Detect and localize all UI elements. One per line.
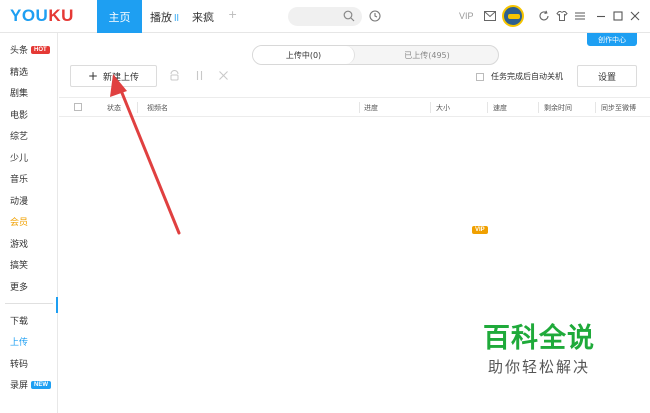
sidebar-active-indicator	[56, 297, 58, 313]
sidebar-item-more[interactable]: 更多	[10, 280, 28, 293]
close-icon[interactable]	[629, 10, 641, 22]
select-all-checkbox[interactable]	[74, 103, 82, 111]
column-divider	[595, 102, 596, 113]
hot-badge: HOT	[31, 45, 50, 54]
sidebar-item-music[interactable]: 音乐	[10, 172, 28, 185]
plus-icon: +	[87, 69, 99, 83]
sidebar-item-label: 音乐	[10, 175, 29, 185]
column-sync-weibo[interactable]: 同步至微博	[601, 103, 636, 113]
sidebar-item-label: 搞笑	[10, 261, 29, 271]
search-icon[interactable]	[343, 10, 355, 22]
column-remaining-time[interactable]: 剩余时间	[544, 103, 572, 113]
skin-icon[interactable]	[556, 10, 568, 22]
avatar[interactable]	[502, 5, 524, 27]
watermark: 百科全说 助你轻松解决	[483, 325, 595, 377]
upload-status-switch: 上传中(0) 已上传(495)	[252, 45, 499, 65]
sidebar-item-kids[interactable]: 少儿	[10, 151, 28, 164]
new-upload-label: 新建上传	[103, 72, 140, 83]
sidebar-item-variety[interactable]: 综艺	[10, 129, 28, 142]
minimize-icon[interactable]	[595, 10, 607, 22]
column-divider	[430, 102, 431, 113]
refresh-icon[interactable]	[538, 10, 550, 22]
sidebar-item-funny[interactable]: 搞笑	[10, 258, 28, 271]
tab-home[interactable]: 主页	[97, 0, 142, 33]
column-size[interactable]: 大小	[436, 103, 450, 113]
sidebar-item-movies[interactable]: 电影	[10, 108, 28, 121]
new-upload-button[interactable]: + 新建上传	[70, 65, 157, 87]
tab-play[interactable]: 播放 ll	[150, 9, 179, 25]
tab-laifeng-label: 来疯	[192, 11, 214, 24]
sidebar-item-label: 剧集	[10, 89, 29, 99]
sidebar-item-label: 头条	[10, 46, 29, 56]
column-video-name[interactable]: 视频名	[147, 103, 168, 113]
sidebar-item-member[interactable]: 会员 VIP	[10, 215, 488, 234]
add-tab-button[interactable]: +	[228, 8, 237, 21]
column-divider	[538, 102, 539, 113]
logo-text-you: YOU	[10, 6, 49, 25]
sidebar-item-label: 游戏	[10, 240, 29, 250]
sidebar-item-label: 动漫	[10, 197, 29, 207]
maximize-icon[interactable]	[612, 10, 624, 22]
sidebar-item-label: 下载	[10, 317, 29, 327]
sidebar-item-transcode[interactable]: 转码	[10, 357, 28, 370]
tab-play-label: 播放	[150, 11, 172, 24]
sidebar-item-label: 少儿	[10, 154, 29, 164]
logo-text-ku: KU	[48, 6, 74, 25]
sidebar-item-label: 会员	[10, 218, 29, 228]
settings-button[interactable]: 设置	[577, 65, 637, 87]
title-bar: YOUKU 主页 播放 ll 来疯 + VIP	[0, 0, 650, 33]
search-input[interactable]	[288, 7, 362, 26]
delete-icon[interactable]	[218, 70, 229, 81]
pause-icon[interactable]	[194, 70, 205, 81]
auto-shutdown-option[interactable]: 任务完成后自动关机	[476, 71, 563, 82]
sidebar-item-label: 录屏	[10, 381, 29, 391]
sidebar-item-featured[interactable]: 精选	[10, 65, 28, 78]
sidebar-item-label: 综艺	[10, 132, 29, 142]
column-progress[interactable]: 进度	[364, 103, 378, 113]
mail-icon[interactable]	[484, 11, 496, 21]
column-speed[interactable]: 速度	[493, 103, 507, 113]
menu-icon[interactable]	[574, 10, 586, 22]
sidebar-item-series[interactable]: 剧集	[10, 86, 28, 99]
watermark-title: 百科全说	[483, 323, 595, 354]
sidebar-divider	[5, 303, 53, 304]
tab-uploaded[interactable]: 已上传(495)	[356, 46, 498, 64]
vip-link[interactable]: VIP	[459, 11, 474, 21]
auto-shutdown-label: 任务完成后自动关机	[491, 72, 563, 81]
sidebar-item-headlines[interactable]: 头条 HOT	[10, 43, 50, 56]
sidebar-item-label: 电影	[10, 111, 29, 121]
playing-indicator-icon: ll	[174, 14, 180, 24]
sidebar-item-anime[interactable]: 动漫	[10, 194, 28, 207]
sidebar-item-label: 更多	[10, 283, 29, 293]
tab-home-label: 主页	[108, 10, 131, 24]
sidebar: 头条 HOT 精选 剧集 电影 综艺 少儿 音乐 动漫 会员 VIP 游戏 搞笑 更…	[0, 33, 488, 413]
sidebar-item-upload[interactable]: 上传	[10, 335, 28, 348]
column-divider	[487, 102, 488, 113]
tab-uploading[interactable]: 上传中(0)	[253, 46, 355, 64]
sidebar-item-label: 转码	[10, 360, 29, 370]
sidebar-item-label: 精选	[10, 68, 29, 78]
sidebar-item-record[interactable]: 录屏 NEW	[10, 378, 52, 391]
creator-center-button[interactable]: 创作中心	[587, 33, 637, 46]
clock-icon[interactable]	[369, 10, 381, 22]
sidebar-item-download[interactable]: 下载	[10, 314, 28, 327]
tab-laifeng[interactable]: 来疯	[192, 9, 214, 25]
sidebar-item-games[interactable]: 游戏	[10, 237, 28, 250]
column-divider	[359, 102, 360, 113]
start-icon[interactable]	[169, 70, 180, 81]
column-status[interactable]: 状态	[107, 103, 121, 113]
watermark-subtitle: 助你轻松解决	[487, 358, 590, 376]
upload-table-header: 状态 视频名 进度 大小 速度 剩余时间 同步至微博	[59, 97, 650, 117]
column-divider	[137, 102, 138, 113]
auto-shutdown-checkbox[interactable]	[476, 72, 484, 81]
youku-logo[interactable]: YOUKU	[10, 6, 74, 26]
new-badge: NEW	[31, 380, 52, 389]
sidebar-item-label: 上传	[10, 338, 29, 348]
